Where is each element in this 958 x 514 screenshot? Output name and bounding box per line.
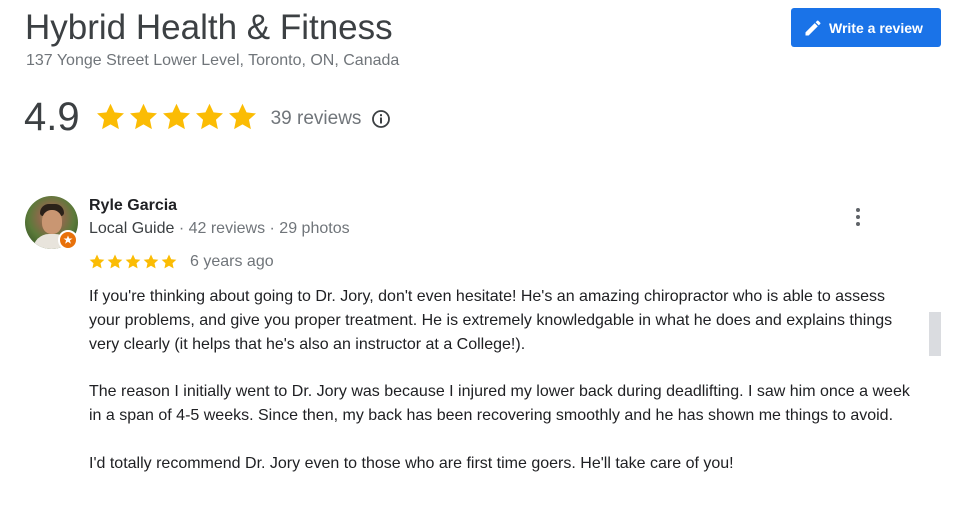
review-date: 6 years ago xyxy=(190,253,274,270)
star-icon xyxy=(127,101,160,134)
reviewer-name[interactable]: Ryle Garcia xyxy=(89,197,177,215)
rating-stars xyxy=(94,101,259,134)
star-icon xyxy=(124,253,142,271)
business-name: Hybrid Health & Fitness xyxy=(25,8,393,47)
local-guide-label: Local Guide xyxy=(89,220,175,237)
local-guide-badge-icon xyxy=(58,230,78,250)
review-paragraph: If you're thinking about going to Dr. Jo… xyxy=(89,288,893,353)
reviewer-stats: · 42 reviews · 29 photos xyxy=(174,220,350,237)
average-rating: 4.9 xyxy=(24,94,80,139)
star-icon xyxy=(142,253,160,271)
review-paragraph: I'd totally recommend Dr. Jory even to t… xyxy=(89,454,734,472)
pencil-icon xyxy=(803,18,823,38)
review-text: If you're thinking about going to Dr. Jo… xyxy=(89,285,919,475)
star-icon xyxy=(106,253,124,271)
review-stars xyxy=(88,253,178,271)
star-icon xyxy=(160,253,178,271)
review-paragraph: The reason I initially went to Dr. Jory … xyxy=(89,383,910,424)
business-address: 137 Yonge Street Lower Level, Toronto, O… xyxy=(26,52,400,69)
write-review-button[interactable]: Write a review xyxy=(791,8,941,47)
review-rating-row: 6 years ago xyxy=(88,250,274,274)
star-icon xyxy=(160,101,193,134)
rating-summary: 4.9 39 reviews xyxy=(24,92,391,142)
star-icon xyxy=(88,253,106,271)
write-review-label: Write a review xyxy=(829,19,923,36)
info-icon[interactable] xyxy=(371,109,391,129)
star-icon xyxy=(94,101,127,134)
star-icon xyxy=(193,101,226,134)
more-options-icon[interactable] xyxy=(848,205,868,229)
scrollbar-thumb[interactable] xyxy=(929,312,941,356)
review-count[interactable]: 39 reviews xyxy=(271,108,362,130)
star-icon xyxy=(226,101,259,134)
reviewer-meta: Local Guide · 42 reviews · 29 photos xyxy=(89,220,350,238)
